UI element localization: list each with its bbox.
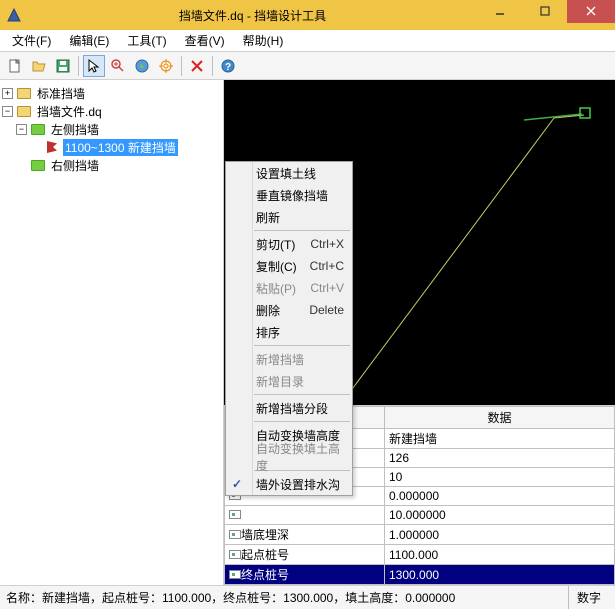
menu-help[interactable]: 帮助(H) [235, 30, 292, 51]
tree-node-segment[interactable]: 1100~1300 新建挡墙 [2, 138, 221, 156]
cm-set-drain[interactable]: ✓墙外设置排水沟 [226, 473, 352, 495]
grid-row[interactable]: 10.000000 [225, 506, 615, 525]
row-icon [229, 570, 241, 579]
toolbar-separator [78, 56, 79, 76]
cm-add-dir: 新增目录 [226, 370, 352, 392]
context-menu: 设置填土线 垂直镜像挡墙 刷新 剪切(T)Ctrl+X 复制(C)Ctrl+C … [225, 161, 353, 496]
zoom-button[interactable] [107, 55, 129, 77]
maximize-button[interactable] [522, 0, 567, 23]
tree-node-right-wall[interactable]: 右侧挡墙 [2, 156, 221, 174]
cm-paste: 粘贴(P)Ctrl+V [226, 277, 352, 299]
tree-node-left-wall[interactable]: − 左侧挡墙 [2, 120, 221, 138]
menu-file[interactable]: 文件(F) [4, 30, 59, 51]
app-icon [6, 7, 22, 23]
cm-mirror-wall[interactable]: 垂直镜像挡墙 [226, 184, 352, 206]
cm-auto-fill-height: 自动变换填土高度 [226, 446, 352, 468]
tree-panel: + 标准挡墙 − 挡墙文件.dq − 左侧挡墙 1100~1300 新建挡墙 右… [0, 80, 224, 585]
cm-delete[interactable]: 删除Delete [226, 299, 352, 321]
open-file-button[interactable] [28, 55, 50, 77]
save-button[interactable] [52, 55, 74, 77]
delete-button[interactable] [186, 55, 208, 77]
target-button[interactable] [155, 55, 177, 77]
window-title: 挡墙文件.dq - 挡墙设计工具 [28, 7, 477, 24]
grid-row[interactable]: 终点桩号1300.000 [225, 565, 615, 585]
new-file-button[interactable] [4, 55, 26, 77]
menu-view[interactable]: 查看(V) [177, 30, 233, 51]
menu-tools[interactable]: 工具(T) [119, 30, 174, 51]
pointer-button[interactable] [83, 55, 105, 77]
cm-sort[interactable]: 排序 [226, 321, 352, 343]
grid-row[interactable]: 起点桩号1100.000 [225, 545, 615, 565]
minimize-button[interactable] [477, 0, 522, 23]
check-icon: ✓ [232, 477, 242, 491]
cm-cut[interactable]: 剪切(T)Ctrl+X [226, 233, 352, 255]
statusbar: 名称：新建挡墙，起点桩号：1100.000，终点桩号：1300.000，填土高度… [0, 585, 615, 609]
svg-text:?: ? [225, 62, 231, 73]
cm-add-segment[interactable]: 新增挡墙分段 [226, 397, 352, 419]
row-icon [229, 550, 241, 559]
status-text: 名称：新建挡墙，起点桩号：1100.000，终点桩号：1300.000，填土高度… [6, 589, 568, 606]
toolbar-separator [181, 56, 182, 76]
cm-copy[interactable]: 复制(C)Ctrl+C [226, 255, 352, 277]
menu-edit[interactable]: 编辑(E) [61, 30, 117, 51]
status-mode: 数字 [568, 586, 609, 609]
tree-node-file[interactable]: − 挡墙文件.dq [2, 102, 221, 120]
toolbar-separator [212, 56, 213, 76]
tree-node-std-wall[interactable]: + 标准挡墙 [2, 84, 221, 102]
row-icon [229, 530, 241, 539]
grid-header-data[interactable]: 数据 [385, 407, 615, 429]
help-button[interactable]: ? [217, 55, 239, 77]
globe-button[interactable] [131, 55, 153, 77]
cm-set-fill-line[interactable]: 设置填土线 [226, 162, 352, 184]
row-icon [229, 510, 241, 519]
close-button[interactable] [567, 0, 615, 23]
menubar: 文件(F) 编辑(E) 工具(T) 查看(V) 帮助(H) [0, 30, 615, 52]
grid-row[interactable]: 墙底埋深1.000000 [225, 525, 615, 545]
toolbar: ? [0, 52, 615, 80]
titlebar: 挡墙文件.dq - 挡墙设计工具 [0, 0, 615, 30]
cm-refresh[interactable]: 刷新 [226, 206, 352, 228]
cm-add-wall: 新增挡墙 [226, 348, 352, 370]
